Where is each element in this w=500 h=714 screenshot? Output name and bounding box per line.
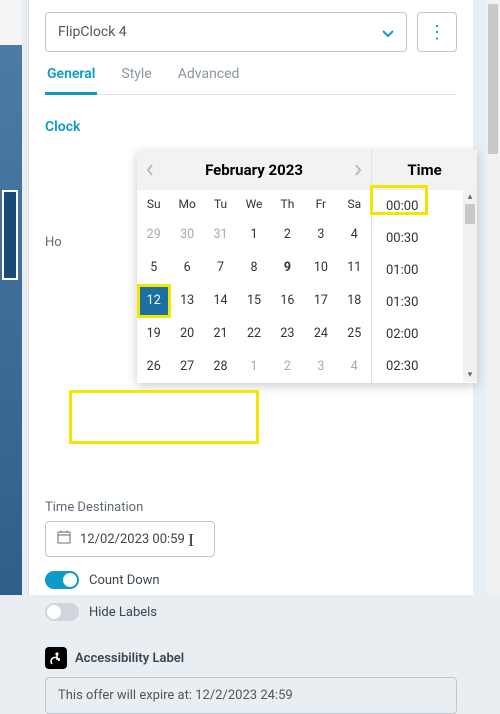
calendar-day[interactable]: 5 bbox=[137, 251, 170, 284]
time-scroll-thumb[interactable] bbox=[465, 204, 475, 224]
tab-general[interactable]: General bbox=[45, 66, 97, 95]
calendar-day[interactable]: 2 bbox=[271, 218, 304, 251]
datetime-picker-popup: February 2023 SuMoTuWeThFrSa293031123456… bbox=[137, 150, 477, 383]
count-down-label: Count Down bbox=[89, 573, 160, 588]
calendar-day[interactable]: 11 bbox=[338, 251, 371, 284]
calendar-day[interactable]: 22 bbox=[237, 317, 270, 350]
count-down-toggle[interactable] bbox=[45, 571, 79, 589]
calendar-day[interactable]: 31 bbox=[204, 218, 237, 251]
time-destination-label: Time Destination bbox=[45, 500, 457, 515]
text-cursor-icon: I bbox=[188, 530, 194, 551]
calendar-dow: Tu bbox=[204, 190, 237, 218]
time-column: Time 00:0000:3001:0001:3002:0002:3003:00… bbox=[372, 150, 477, 383]
calendar-grid: SuMoTuWeThFrSa29303112345678910111213141… bbox=[137, 190, 371, 383]
panel-scrollbar[interactable] bbox=[486, 0, 500, 595]
calendar-dow: Th bbox=[271, 190, 304, 218]
kebab-icon: ⋮ bbox=[428, 22, 446, 43]
tab-advanced[interactable]: Advanced bbox=[176, 66, 242, 94]
calendar-prev-button[interactable] bbox=[137, 150, 163, 190]
accessibility-icon bbox=[45, 647, 67, 669]
hide-labels-toggle[interactable] bbox=[45, 603, 79, 621]
highlight-time-destination bbox=[69, 390, 259, 444]
calendar-day[interactable]: 24 bbox=[304, 317, 337, 350]
calendar-day[interactable]: 9 bbox=[271, 251, 304, 284]
more-options-button[interactable]: ⋮ bbox=[417, 12, 457, 52]
calendar-day[interactable]: 28 bbox=[204, 350, 237, 383]
calendar-day[interactable]: 13 bbox=[170, 284, 203, 317]
calendar-day[interactable]: 1 bbox=[237, 350, 270, 383]
calendar-day[interactable]: 20 bbox=[170, 317, 203, 350]
tabs: General Style Advanced bbox=[45, 66, 457, 95]
time-scrollbar[interactable]: ▴ ▾ bbox=[463, 190, 477, 382]
calendar-day[interactable]: 12 bbox=[137, 284, 170, 317]
calendar-dow: Mo bbox=[170, 190, 203, 218]
accessibility-input[interactable]: This offer will expire at: 12/2/2023 24:… bbox=[45, 677, 457, 714]
calendar-icon bbox=[56, 529, 72, 549]
calendar-header: February 2023 bbox=[137, 150, 371, 190]
calendar-day[interactable]: 27 bbox=[170, 350, 203, 383]
scroll-down-icon[interactable]: ▾ bbox=[463, 368, 477, 382]
scroll-up-icon[interactable]: ▴ bbox=[463, 190, 477, 204]
calendar-day[interactable]: 14 bbox=[204, 284, 237, 317]
time-header: Time bbox=[372, 150, 477, 190]
calendar-day[interactable]: 2 bbox=[271, 350, 304, 383]
calendar-day[interactable]: 17 bbox=[304, 284, 337, 317]
calendar-day[interactable]: 3 bbox=[304, 350, 337, 383]
calendar-dow: Sa bbox=[338, 190, 371, 218]
calendar-day[interactable]: 8 bbox=[237, 251, 270, 284]
calendar-day[interactable]: 7 bbox=[204, 251, 237, 284]
accessibility-label: Accessibility Label bbox=[75, 651, 184, 666]
calendar-dow: Fr bbox=[304, 190, 337, 218]
hide-labels-label: Hide Labels bbox=[89, 605, 157, 620]
widget-select-value: FlipClock 4 bbox=[58, 24, 127, 40]
time-list[interactable]: 00:0000:3001:0001:3002:0002:3003:00 bbox=[372, 190, 477, 382]
calendar-day[interactable]: 4 bbox=[338, 218, 371, 251]
tab-style[interactable]: Style bbox=[119, 66, 153, 94]
calendar-dow: Su bbox=[137, 190, 170, 218]
calendar-day[interactable]: 1 bbox=[237, 218, 270, 251]
chevron-down-icon bbox=[382, 23, 394, 42]
calendar-day[interactable]: 23 bbox=[271, 317, 304, 350]
calendar-day[interactable]: 3 bbox=[304, 218, 337, 251]
calendar-day[interactable]: 16 bbox=[271, 284, 304, 317]
panel-scroll-thumb[interactable] bbox=[488, 4, 498, 154]
calendar-dow: We bbox=[237, 190, 270, 218]
calendar-day[interactable]: 4 bbox=[338, 350, 371, 383]
calendar-day[interactable]: 29 bbox=[137, 218, 170, 251]
time-destination-input[interactable]: 12/02/2023 00:59 I bbox=[45, 521, 215, 557]
section-clock-label: Clock bbox=[45, 119, 457, 135]
calendar-day[interactable]: 6 bbox=[170, 251, 203, 284]
calendar-day[interactable]: 18 bbox=[338, 284, 371, 317]
accessibility-value: This offer will expire at: 12/2/2023 24:… bbox=[58, 688, 293, 703]
calendar-day[interactable]: 25 bbox=[338, 317, 371, 350]
widget-select-dropdown[interactable]: FlipClock 4 bbox=[45, 12, 407, 52]
calendar-month-title: February 2023 bbox=[205, 161, 303, 179]
calendar-day[interactable]: 19 bbox=[137, 317, 170, 350]
calendar-day[interactable]: 30 bbox=[170, 218, 203, 251]
calendar: February 2023 SuMoTuWeThFrSa293031123456… bbox=[137, 150, 372, 383]
calendar-day[interactable]: 15 bbox=[237, 284, 270, 317]
time-destination-value: 12/02/2023 00:59 bbox=[80, 532, 185, 547]
calendar-day[interactable]: 26 bbox=[137, 350, 170, 383]
calendar-next-button[interactable] bbox=[345, 150, 371, 190]
calendar-day[interactable]: 10 bbox=[304, 251, 337, 284]
calendar-day[interactable]: 21 bbox=[204, 317, 237, 350]
